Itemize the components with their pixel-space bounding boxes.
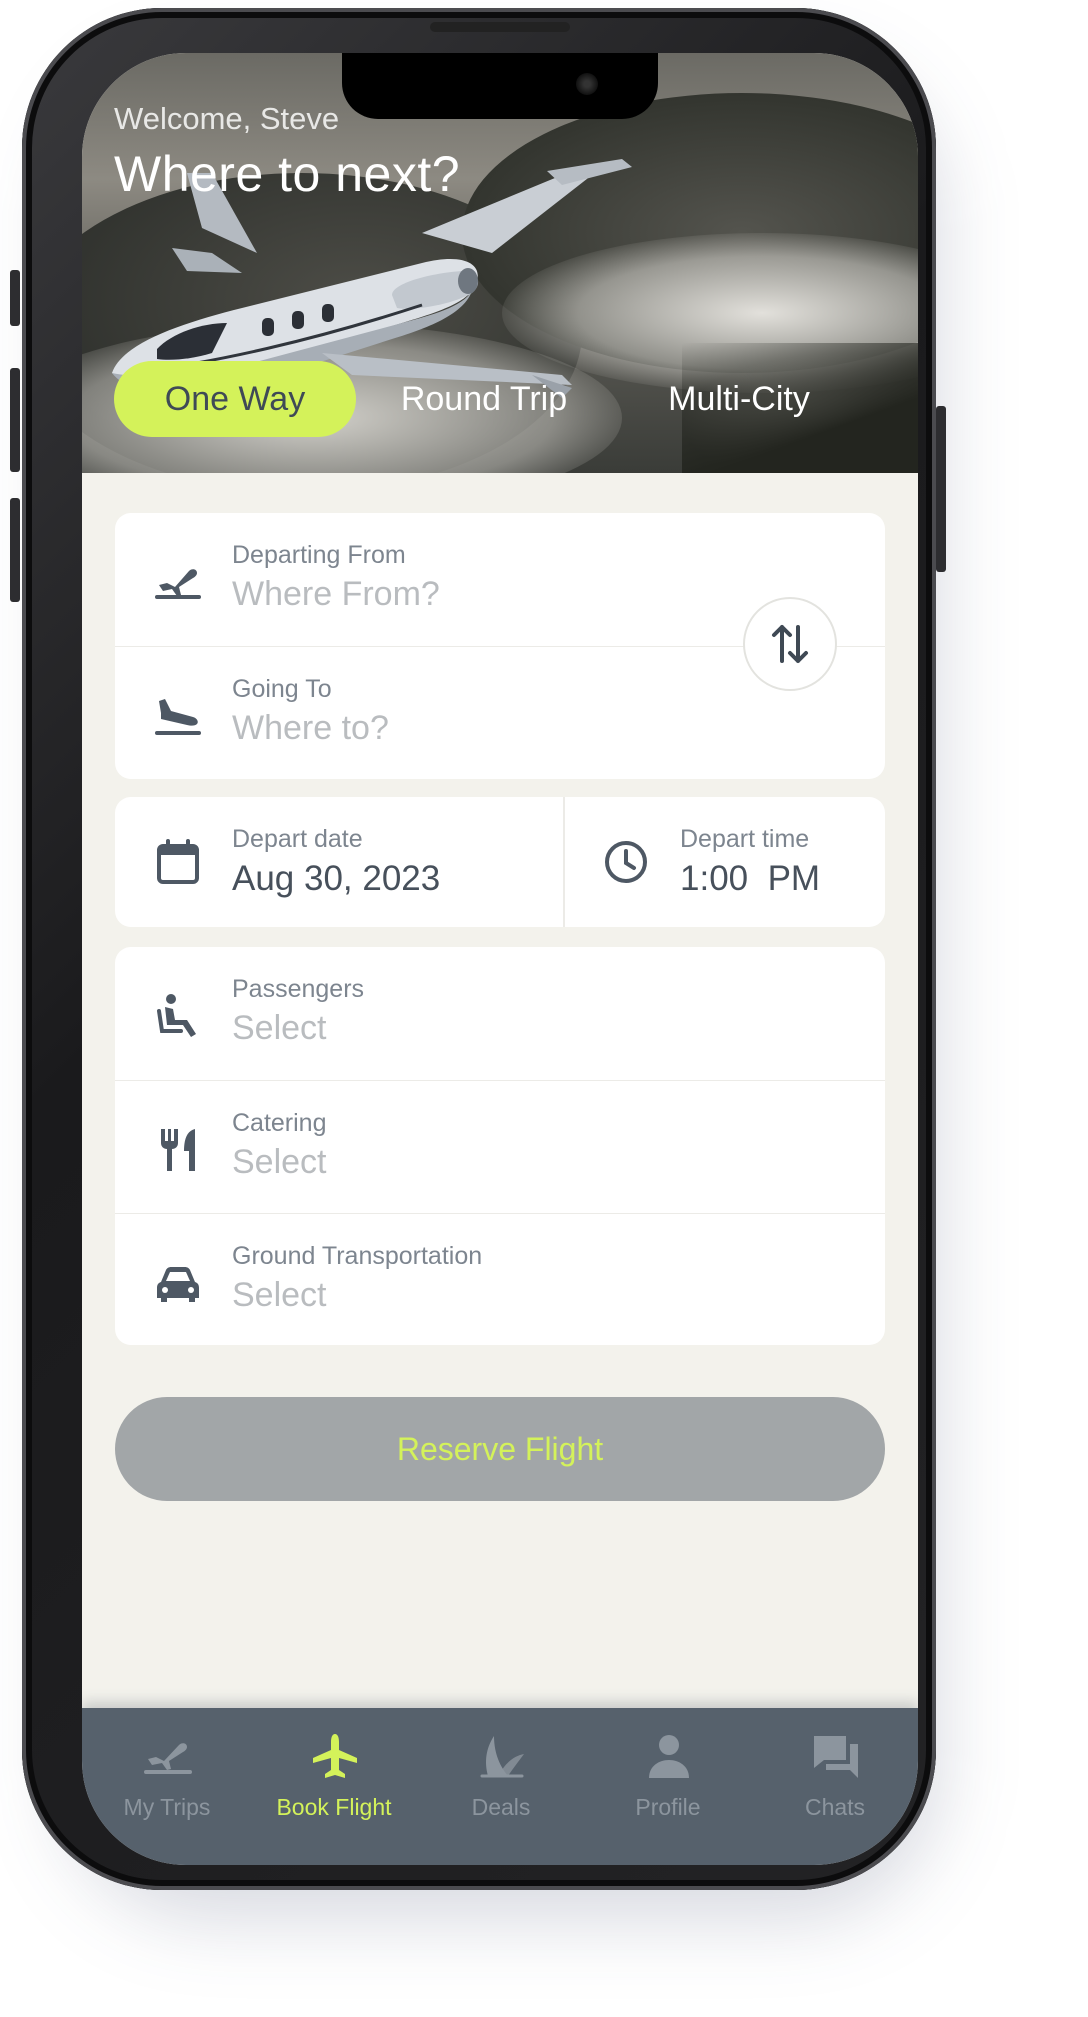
airplane-icon [313,1734,357,1778]
welcome-text: Welcome, Steve [114,101,340,136]
passengers-select[interactable]: Select [232,1009,327,1048]
speaker [430,22,570,32]
passengers-field[interactable]: Passengers Select [115,947,885,1079]
tab-one-way[interactable]: One Way [114,361,356,437]
nav-chats[interactable]: Chats [750,1708,918,1865]
depart-time-label: Depart time [680,825,810,853]
depart-time-value[interactable]: 1:00 PM [680,859,820,899]
schedule-card: Depart date Aug 30, 2023 Depart time 1:0… [115,797,885,927]
calendar-icon [157,839,199,884]
app-screen: Welcome, Steve Where to next? One Way Ro… [82,53,918,1865]
bottom-nav: My Trips Book Flight Deals Profile Chats [82,1708,918,1865]
depart-time-field[interactable]: Depart time 1:00 PM [565,797,885,927]
volume-up-button [10,368,20,472]
swap-vertical-icon [772,625,808,663]
options-card: Passengers Select Catering Select Ground… [115,947,885,1345]
going-to-label: Going To [232,675,332,703]
nav-label: Deals [471,1794,531,1820]
volume-down-button [10,498,20,602]
catering-field[interactable]: Catering Select [115,1080,885,1213]
going-to-input[interactable]: Where to? [232,709,389,748]
deals-leaf-icon [480,1736,524,1778]
nav-label: Book Flight [276,1794,392,1820]
ground-transportation-field[interactable]: Ground Transportation Select [115,1213,885,1346]
car-icon [157,1267,199,1302]
swap-route-button[interactable] [743,597,837,691]
depart-date-value[interactable]: Aug 30, 2023 [232,859,440,899]
catering-select[interactable]: Select [232,1143,327,1182]
silent-switch [10,270,20,326]
chat-icon [814,1736,858,1778]
person-icon [649,1735,689,1778]
power-button [936,406,946,572]
camera [576,73,598,95]
catering-label: Catering [232,1109,327,1137]
depart-date-label: Depart date [232,825,363,853]
nav-deals[interactable]: Deals [416,1708,586,1865]
notch [342,53,658,119]
page-title: Where to next? [114,146,461,202]
takeoff-icon [144,1743,192,1774]
nav-my-trips[interactable]: My Trips [82,1708,252,1865]
departing-from-input[interactable]: Where From? [232,575,440,614]
route-card: Departing From Where From? Going To Wher… [115,513,885,779]
tab-round-trip[interactable]: Round Trip [374,361,594,437]
takeoff-icon [155,569,201,599]
ground-transportation-label: Ground Transportation [232,1242,483,1270]
passengers-label: Passengers [232,975,365,1003]
nav-label: Chats [804,1794,866,1820]
nav-label: My Trips [123,1794,211,1820]
phone-frame: Welcome, Steve Where to next? One Way Ro… [10,8,946,1890]
nav-profile[interactable]: Profile [583,1708,753,1865]
nav-label: Profile [635,1794,701,1820]
departing-from-label: Departing From [232,541,406,569]
seat-icon [157,994,196,1037]
ground-transportation-select[interactable]: Select [232,1276,327,1315]
tab-multi-city[interactable]: Multi-City [634,361,844,437]
nav-book-flight[interactable]: Book Flight [249,1708,419,1865]
landing-icon [155,699,201,735]
reserve-flight-button[interactable]: Reserve Flight [115,1397,885,1501]
trip-type-tabs: One Way Round Trip Multi-City [114,361,894,437]
depart-date-field[interactable]: Depart date Aug 30, 2023 [115,797,563,927]
utensils-icon [161,1129,195,1171]
clock-icon [605,841,647,883]
